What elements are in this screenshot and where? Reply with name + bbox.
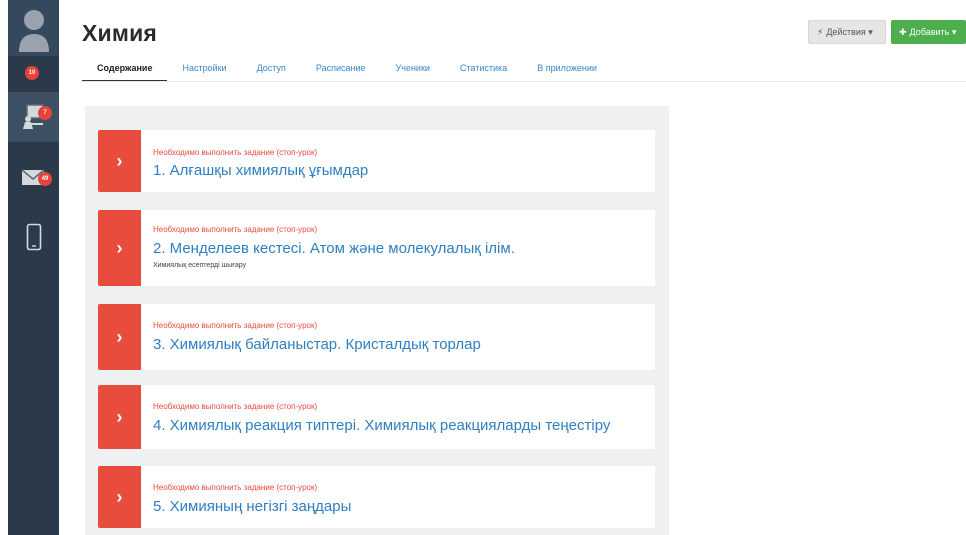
lesson-card[interactable]: › Необходимо выполнить задание (стоп-уро…	[98, 466, 655, 528]
lesson-title[interactable]: 4. Химиялық реакция типтері. Химиялық ре…	[153, 417, 610, 434]
chevron-right-icon[interactable]: ›	[98, 130, 141, 192]
sidebar: 10 7 49	[8, 0, 59, 535]
lesson-title[interactable]: 3. Химиялық байланыстар. Кристалдық торл…	[153, 336, 481, 353]
lesson-card[interactable]: › Необходимо выполнить задание (стоп-уро…	[98, 210, 655, 286]
sidebar-item-mail[interactable]: 49	[8, 152, 59, 202]
sidebar-avatar[interactable]	[8, 0, 59, 56]
lesson-card[interactable]: › Необходимо выполнить задание (стоп-уро…	[98, 304, 655, 370]
lesson-title[interactable]: 1. Алғашқы химиялық ұғымдар	[153, 162, 368, 179]
add-button[interactable]: ✚ Добавить ▾	[891, 20, 966, 44]
sidebar-item-courses[interactable]: 7	[8, 92, 59, 142]
chevron-right-icon[interactable]: ›	[98, 466, 141, 528]
tab-content[interactable]: Содержание	[82, 56, 168, 82]
lesson-status: Необходимо выполнить задание (стоп-урок)	[153, 225, 318, 234]
add-button-label: Добавить ▾	[909, 26, 957, 37]
tab-students[interactable]: Ученики	[381, 56, 445, 82]
lesson-card[interactable]: › Необходимо выполнить задание (стоп-уро…	[98, 130, 655, 192]
lesson-status: Необходимо выполнить задание (стоп-урок)	[153, 148, 318, 157]
actions-button-label: Действия ▾	[826, 26, 873, 37]
tabs-divider	[82, 81, 966, 82]
courses-badge: 7	[38, 106, 52, 120]
lesson-title[interactable]: 2. Менделеев кестесі. Атом және молекула…	[153, 240, 515, 257]
notifications-badge[interactable]: 10	[25, 66, 39, 80]
tab-schedule[interactable]: Расписание	[301, 56, 381, 82]
course-tabs: Содержание Настройки Доступ Расписание У…	[82, 56, 612, 82]
user-avatar-icon	[18, 10, 49, 52]
lesson-title[interactable]: 5. Химияның негізгі заңдары	[153, 498, 351, 515]
lightning-icon: ⚡	[817, 26, 824, 37]
page-title: Химия	[82, 20, 158, 46]
lesson-status: Необходимо выполнить задание (стоп-урок)	[153, 402, 318, 411]
plus-icon: ✚	[899, 26, 907, 37]
lesson-status: Необходимо выполнить задание (стоп-урок)	[153, 321, 318, 330]
actions-button[interactable]: ⚡ Действия ▾	[808, 20, 886, 44]
chevron-right-icon[interactable]: ›	[98, 210, 141, 286]
lesson-subtitle: Химиялық есептерді шығару	[153, 262, 247, 269]
mail-badge: 49	[38, 172, 52, 186]
tab-in-app[interactable]: В приложении	[522, 56, 612, 82]
sidebar-item-mobile[interactable]	[8, 212, 59, 262]
chevron-right-icon[interactable]: ›	[98, 304, 141, 370]
lesson-card[interactable]: › Необходимо выполнить задание (стоп-уро…	[98, 385, 655, 449]
chevron-right-icon[interactable]: ›	[98, 385, 141, 449]
tab-statistics[interactable]: Статистика	[445, 56, 522, 82]
tab-access[interactable]: Доступ	[242, 56, 301, 82]
tab-settings[interactable]: Настройки	[167, 56, 241, 82]
phone-icon	[26, 223, 41, 251]
lesson-status: Необходимо выполнить задание (стоп-урок)	[153, 483, 318, 492]
